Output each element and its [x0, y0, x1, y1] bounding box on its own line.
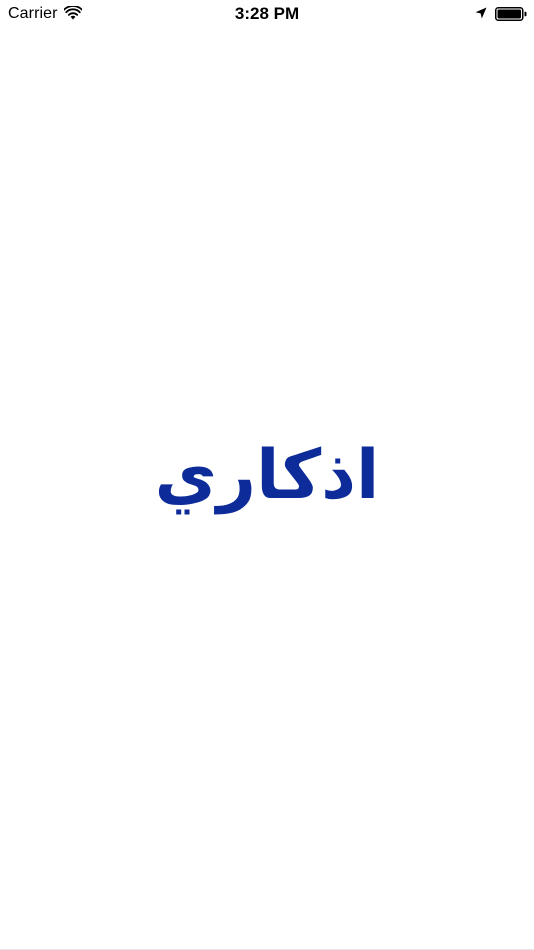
status-time: 3:28 PM: [234, 4, 300, 23]
splash-screen: Carrier 3:28 PM اذكاري: [0, 0, 534, 950]
location-arrow-icon: [475, 7, 487, 19]
app-title: اذكاري: [154, 436, 380, 515]
status-bar: Carrier 3:28 PM: [0, 0, 534, 28]
battery-icon: [495, 7, 527, 21]
